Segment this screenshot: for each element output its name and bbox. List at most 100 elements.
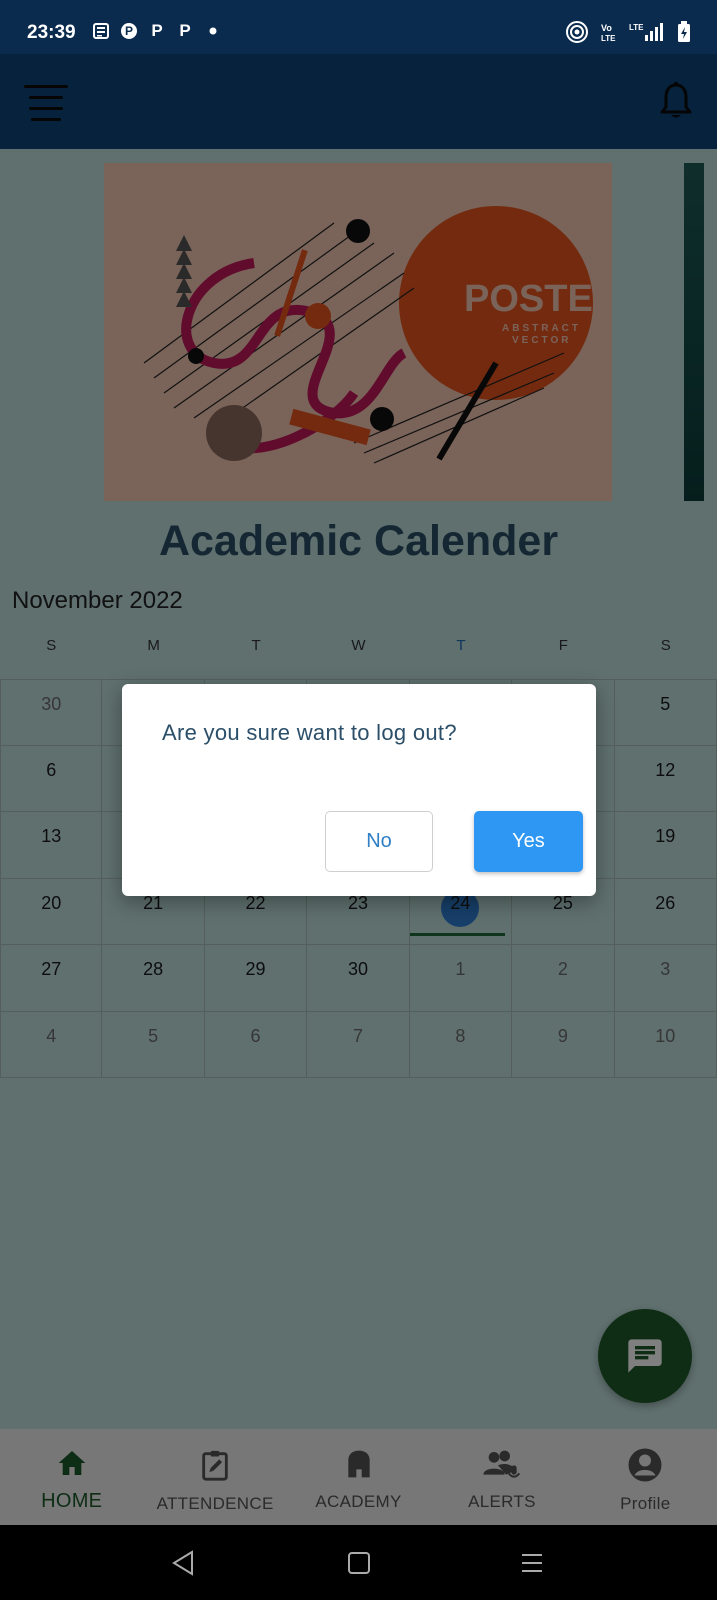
menu-icon[interactable] — [24, 82, 70, 122]
month-label[interactable]: November 2022 — [12, 587, 183, 615]
calendar-day[interactable]: 5 — [102, 1011, 205, 1078]
calendar-day[interactable]: 30 — [0, 679, 103, 746]
weekday-label: T — [456, 637, 466, 654]
day-number: 22 — [245, 892, 266, 913]
banner-subtitle: ABSTRACT — [502, 323, 581, 334]
day-number: 2 — [557, 959, 568, 979]
day-number: 10 — [655, 1025, 676, 1046]
nav-item-label: ATTENDENCE — [156, 1494, 274, 1513]
home-icon — [55, 1447, 89, 1484]
chat-icon — [628, 1339, 662, 1373]
calendar-day[interactable]: 13 — [0, 812, 103, 879]
banner-subtitle: VECTOR — [512, 335, 572, 346]
svg-text:Vo: Vo — [601, 23, 612, 33]
day-number: 5 — [148, 1025, 159, 1046]
status-bar: 23:39 P P P Vo LTE LTE — [0, 0, 717, 54]
bottom-nav: HOME ATTENDENCE ACADEMY ALERTS Profile — [0, 1429, 717, 1525]
calendar-day[interactable]: 6 — [204, 1011, 308, 1078]
calendar-day[interactable]: 10 — [614, 1011, 717, 1078]
day-number: 9 — [557, 1025, 568, 1046]
nav-item-home[interactable]: HOME — [0, 1429, 143, 1525]
logout-dialog: Are you sure want to log out? No Yes — [122, 684, 596, 896]
weekday-header: SMTWTFS — [0, 637, 717, 667]
calendar-day[interactable]: 26 — [614, 878, 717, 945]
day-number: 13 — [41, 826, 62, 846]
calendar-day[interactable]: 5 — [614, 679, 717, 746]
weekday-label: M — [147, 637, 160, 654]
yes-button[interactable]: Yes — [474, 811, 583, 872]
hotspot-icon — [565, 20, 589, 49]
bell-icon[interactable] — [659, 81, 693, 121]
calendar-day[interactable]: 9 — [512, 1011, 615, 1078]
day-number: 26 — [655, 892, 676, 913]
calendar-day[interactable]: 29 — [204, 945, 308, 1012]
banner-title: POSTER — [464, 278, 612, 320]
no-button[interactable]: No — [325, 811, 433, 872]
calendar-day[interactable]: 12 — [614, 745, 717, 812]
alerts-icon — [482, 1447, 522, 1486]
clipboard-edit-icon — [198, 1447, 232, 1488]
nav-item-attendence[interactable]: ATTENDENCE — [143, 1429, 286, 1525]
svg-text:P: P — [125, 24, 133, 38]
profile-icon — [627, 1447, 663, 1488]
home-square-icon[interactable] — [347, 1551, 371, 1580]
day-number: 4 — [46, 1025, 57, 1046]
nav-item-label: Profile — [620, 1494, 671, 1513]
nav-item-alerts[interactable]: ALERTS — [430, 1429, 573, 1525]
calendar-day[interactable]: 28 — [102, 945, 205, 1012]
calendar-day[interactable]: 1 — [409, 945, 513, 1012]
calendar-day[interactable]: 27 — [0, 945, 103, 1012]
weekday-label: T — [251, 637, 261, 654]
weekday-label: S — [660, 637, 671, 654]
nav-item-label: HOME — [41, 1490, 103, 1512]
back-icon[interactable] — [170, 1549, 196, 1582]
day-number: 7 — [352, 1025, 363, 1046]
calendar-day[interactable]: 8 — [409, 1011, 513, 1078]
battery-icon — [677, 21, 691, 48]
app-bar — [0, 54, 717, 149]
nav-item-academy[interactable]: ACADEMY — [287, 1429, 430, 1525]
banner-image[interactable]: POSTER ABSTRACT VECTOR — [104, 163, 612, 501]
day-number: 8 — [455, 1025, 466, 1046]
day-number: 27 — [41, 959, 62, 979]
nav-item-profile[interactable]: Profile — [574, 1429, 717, 1525]
calendar-day[interactable]: 6 — [0, 745, 103, 812]
status-time: 23:39 — [27, 22, 76, 43]
day-number: 20 — [41, 892, 62, 913]
day-number: 28 — [143, 959, 164, 979]
weekday-label: S — [46, 637, 57, 654]
day-number: 6 — [250, 1025, 261, 1046]
day-number: 25 — [552, 892, 573, 913]
recents-icon[interactable] — [520, 1552, 544, 1579]
day-number: 1 — [455, 959, 466, 979]
svg-text:LTE: LTE — [629, 23, 644, 32]
day-number: 30 — [347, 959, 368, 979]
nav-item-label: ACADEMY — [315, 1492, 402, 1511]
volte-icon: Vo LTE — [601, 22, 617, 47]
calendar-day[interactable]: 7 — [307, 1011, 410, 1078]
p-icon: P — [151, 21, 163, 40]
day-number: 23 — [347, 892, 368, 913]
nav-item-label: ALERTS — [468, 1492, 536, 1511]
day-number: 5 — [660, 694, 671, 714]
day-number: 3 — [660, 959, 671, 979]
calendar-day[interactable]: 20 — [0, 878, 103, 945]
weekday-label: W — [351, 637, 366, 654]
day-number: 12 — [655, 759, 676, 780]
academy-icon — [343, 1447, 375, 1486]
day-number: 30 — [41, 694, 62, 714]
calendar-day[interactable]: 19 — [614, 812, 717, 879]
weekday-label: F — [558, 637, 568, 654]
banner-image-next[interactable] — [684, 163, 704, 501]
chat-button[interactable] — [598, 1309, 692, 1403]
calendar-day[interactable]: 30 — [307, 945, 410, 1012]
calendar-heading: Academic Calender — [158, 517, 559, 565]
calendar-day[interactable]: 2 — [512, 945, 615, 1012]
calendar-day[interactable]: 4 — [0, 1011, 103, 1078]
svg-text:LTE: LTE — [601, 34, 616, 42]
dot-icon — [204, 22, 222, 40]
system-nav-bar — [0, 1525, 717, 1600]
calendar-day[interactable]: 3 — [614, 945, 717, 1012]
day-number: 6 — [46, 759, 57, 780]
day-number: 19 — [655, 826, 676, 846]
